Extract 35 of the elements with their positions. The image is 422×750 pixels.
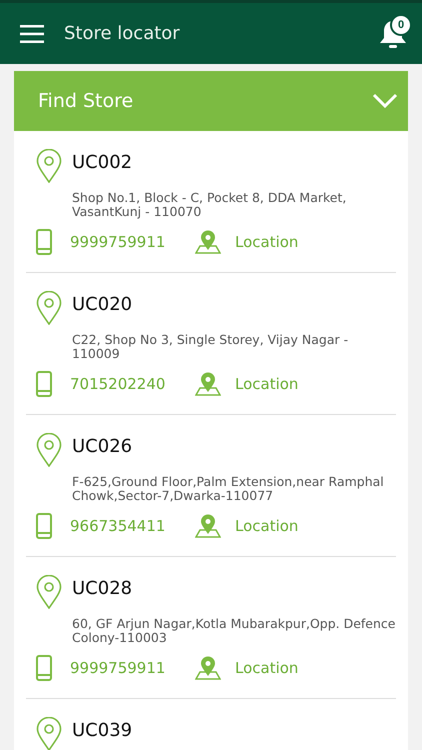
screen-title: Store locator [64,23,181,44]
store-code: UC020 [72,294,132,314]
store-code: UC039 [72,720,132,740]
find-store-toggle[interactable]: Find Store [14,71,408,131]
store-address: F-625,Ground Floor,Palm Extension,near Ramphal Chowk,Sector-7,Dwarka-110077 [72,474,384,503]
mobile-phone-icon [36,371,52,397]
store-code: UC002 [72,152,132,172]
notification-count: 0 [390,14,412,36]
map-location-icon[interactable] [195,514,221,538]
location-link[interactable]: Location [235,517,298,535]
store-address: Shop No.1, Block - C, Pocket 8, DDA Market, VasantKunj - 110070 [72,190,346,219]
store-code: UC028 [72,578,132,598]
mobile-phone-icon [36,229,52,255]
store-phone[interactable]: 7015202240 [70,375,195,393]
map-pin-icon [36,433,62,467]
store-address: 60, GF Arjun Nagar,Kotla Mubarakpur,Opp. Defence Colony-110003 [72,616,396,645]
store-address: C22, Shop No 3, Single Storey, Vijay Nagar - 110009 [72,332,348,361]
location-link[interactable]: Location [235,375,298,393]
map-pin-icon [36,575,62,609]
mobile-phone-icon [36,655,52,681]
map-location-icon[interactable] [195,230,221,254]
location-link[interactable]: Location [235,659,298,677]
map-location-icon[interactable] [195,656,221,680]
menu-icon[interactable] [20,24,44,42]
map-pin-icon [36,149,62,183]
store-phone[interactable]: 9999759911 [70,659,195,677]
map-pin-icon [36,717,62,750]
map-location-icon[interactable] [195,372,221,396]
store-phone[interactable]: 9667354411 [70,517,195,535]
location-link[interactable]: Location [235,233,298,251]
mobile-phone-icon [36,513,52,539]
store-code: UC026 [72,436,132,456]
store-phone[interactable]: 9999759911 [70,233,195,251]
chevron-down-icon [372,93,398,109]
map-pin-icon [36,291,62,325]
